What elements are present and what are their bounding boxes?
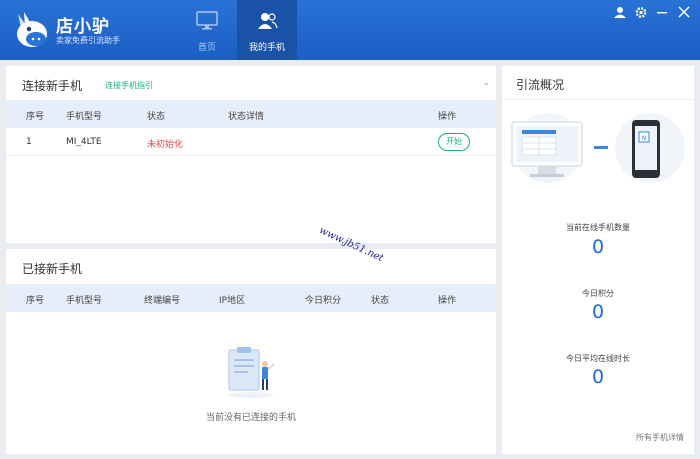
- app-name: 店小驴: [56, 17, 110, 37]
- col-ip-region: IP地区: [219, 296, 246, 306]
- stat-today-points-value: 0: [591, 301, 605, 323]
- col-model: 手机型号: [66, 296, 103, 306]
- donkey-logo-icon: [17, 12, 47, 47]
- stat-today-points-label: 今日积分: [582, 289, 614, 298]
- col-index: 序号: [26, 112, 45, 122]
- all-phones-details-link[interactable]: 所有手机详情: [636, 432, 684, 443]
- connect-guide-link[interactable]: 连接手机指引: [105, 80, 153, 91]
- overview-panel: 引流概况 N 当前在线手机数量 0 今日积分 0 今日平均在线时长 0 所有手机…: [502, 66, 694, 454]
- user-icon[interactable]: [613, 6, 627, 18]
- overview-title: 引流概况: [516, 78, 565, 92]
- empty-state-text: 当前没有已连接的手机: [205, 413, 296, 423]
- empty-clipboard-icon: [228, 347, 275, 398]
- col-today-points: 今日积分: [305, 296, 342, 306]
- monitor-icon: [196, 11, 218, 30]
- app-subtitle: 卖家免费引流助手: [56, 36, 120, 45]
- gear-icon[interactable]: [634, 6, 648, 19]
- connected-phones-panel: 已接新手机 序号 手机型号 终端编号 IP地区 今日积分 状态 操作 当前没有已…: [6, 249, 496, 454]
- col-action: 操作: [438, 112, 457, 122]
- divider: [502, 99, 694, 100]
- row-index: 1: [26, 137, 32, 147]
- col-terminal-id: 终端编号: [144, 296, 181, 306]
- nav-home[interactable]: 首页: [177, 0, 237, 60]
- connected-phones-title: 已接新手机: [22, 262, 83, 276]
- start-button[interactable]: 开始: [438, 133, 470, 151]
- title-bar: 店小驴 卖家免费引流助手 首页 我的手机: [0, 0, 700, 60]
- minimize-icon[interactable]: [655, 6, 669, 18]
- row-status: 未初始化: [147, 140, 184, 150]
- new-phones-title: 连接新手机: [22, 79, 83, 93]
- chevron-down-icon[interactable]: ⌄: [482, 78, 490, 88]
- stat-online-phones-value: 0: [591, 236, 605, 258]
- col-model: 手机型号: [66, 112, 103, 122]
- stat-online-phones-label: 当前在线手机数量: [566, 223, 630, 232]
- users-icon: [258, 13, 278, 29]
- col-index: 序号: [26, 296, 45, 306]
- col-status: 状态: [371, 296, 390, 306]
- new-phones-panel: 连接新手机 连接手机指引 ⌄ 序号 手机型号 状态 状态详情 操作 1 MI_4…: [6, 66, 496, 243]
- nav-my-phones[interactable]: 我的手机: [237, 0, 297, 60]
- stat-avg-online-time-label: 今日平均在线时长: [566, 354, 630, 363]
- col-action: 操作: [438, 296, 457, 306]
- new-phones-table-header: 序号 手机型号 状态 状态详情 操作: [6, 100, 496, 128]
- computer-phone-illustration: N: [511, 113, 685, 183]
- col-status: 状态: [147, 112, 166, 122]
- stat-avg-online-time-value: 0: [591, 366, 605, 388]
- svg-text:N: N: [642, 135, 647, 142]
- row-model: MI_4LTE: [66, 137, 102, 147]
- table-row: 1 MI_4LTE 未初始化 开始: [6, 128, 496, 156]
- col-status-detail: 状态详情: [228, 112, 265, 122]
- close-icon[interactable]: [677, 6, 691, 18]
- connected-phones-table-header: 序号 手机型号 终端编号 IP地区 今日积分 状态 操作: [6, 284, 496, 312]
- nav-my-phones-label: 我的手机: [248, 43, 285, 53]
- nav-home-label: 首页: [197, 43, 216, 53]
